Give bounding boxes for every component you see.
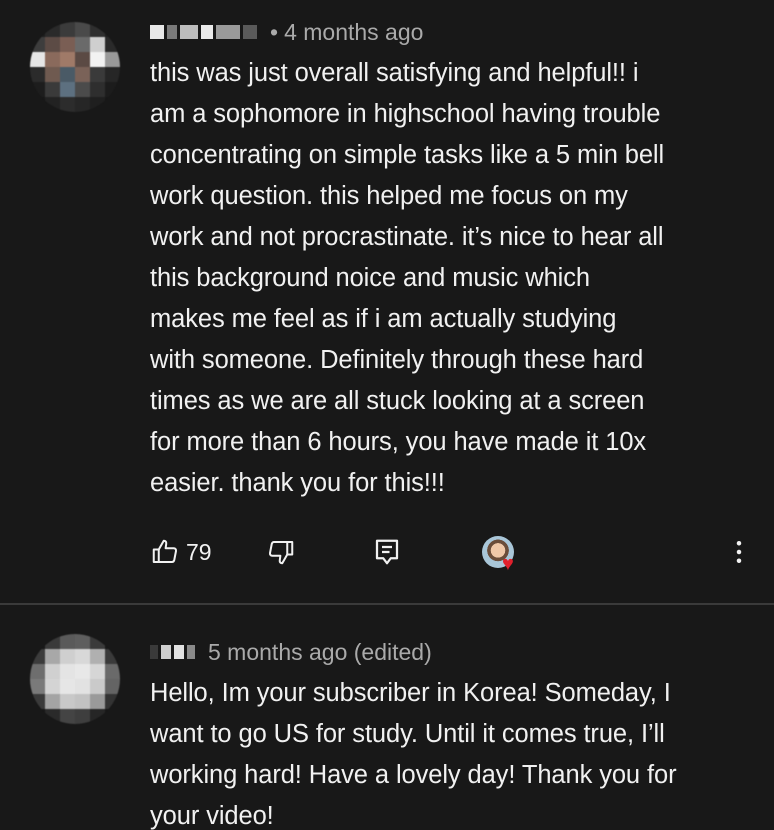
reply-button[interactable] xyxy=(372,530,402,574)
heart-icon: ♥ xyxy=(502,553,514,575)
more-vertical-icon xyxy=(736,541,742,563)
comment-timestamp[interactable]: 4 months ago xyxy=(284,19,423,46)
like-button[interactable]: 79 xyxy=(150,530,212,574)
comment-header: • 4 months ago xyxy=(150,17,423,47)
avatar[interactable] xyxy=(30,22,120,112)
author-name-redacted[interactable] xyxy=(150,22,260,42)
avatar-pixelated-image xyxy=(30,22,120,112)
comment-action-bar: 79 ♥ xyxy=(150,530,760,580)
dislike-button[interactable] xyxy=(266,530,296,574)
thumbs-down-icon xyxy=(268,541,294,565)
comment-text: Hello, Im your subscriber in Korea! Some… xyxy=(150,679,677,830)
avatar[interactable] xyxy=(30,634,120,724)
creator-heart-icon: ♥ xyxy=(480,534,516,574)
comment-divider xyxy=(0,603,774,605)
author-name-redacted[interactable] xyxy=(150,642,198,662)
thumbs-up-icon xyxy=(152,539,178,563)
comment-thread: • 4 months ago this was just overall sat… xyxy=(0,0,774,603)
avatar-pixelated-image xyxy=(30,634,120,724)
comment-timestamp[interactable]: 5 months ago (edited) xyxy=(208,639,432,666)
reply-icon xyxy=(375,539,399,565)
comments-panel: • 4 months ago this was just overall sat… xyxy=(0,0,774,830)
like-count: 79 xyxy=(186,538,212,565)
comment-thread: 5 months ago (edited) Hello, Im your sub… xyxy=(0,606,774,830)
comment-text: this was just overall satisfying and hel… xyxy=(150,59,665,497)
more-options-button[interactable] xyxy=(724,530,754,574)
creator-heart-button[interactable]: ♥ xyxy=(480,530,516,574)
comment-header: 5 months ago (edited) xyxy=(150,637,432,667)
separator-dot: • xyxy=(270,18,279,45)
